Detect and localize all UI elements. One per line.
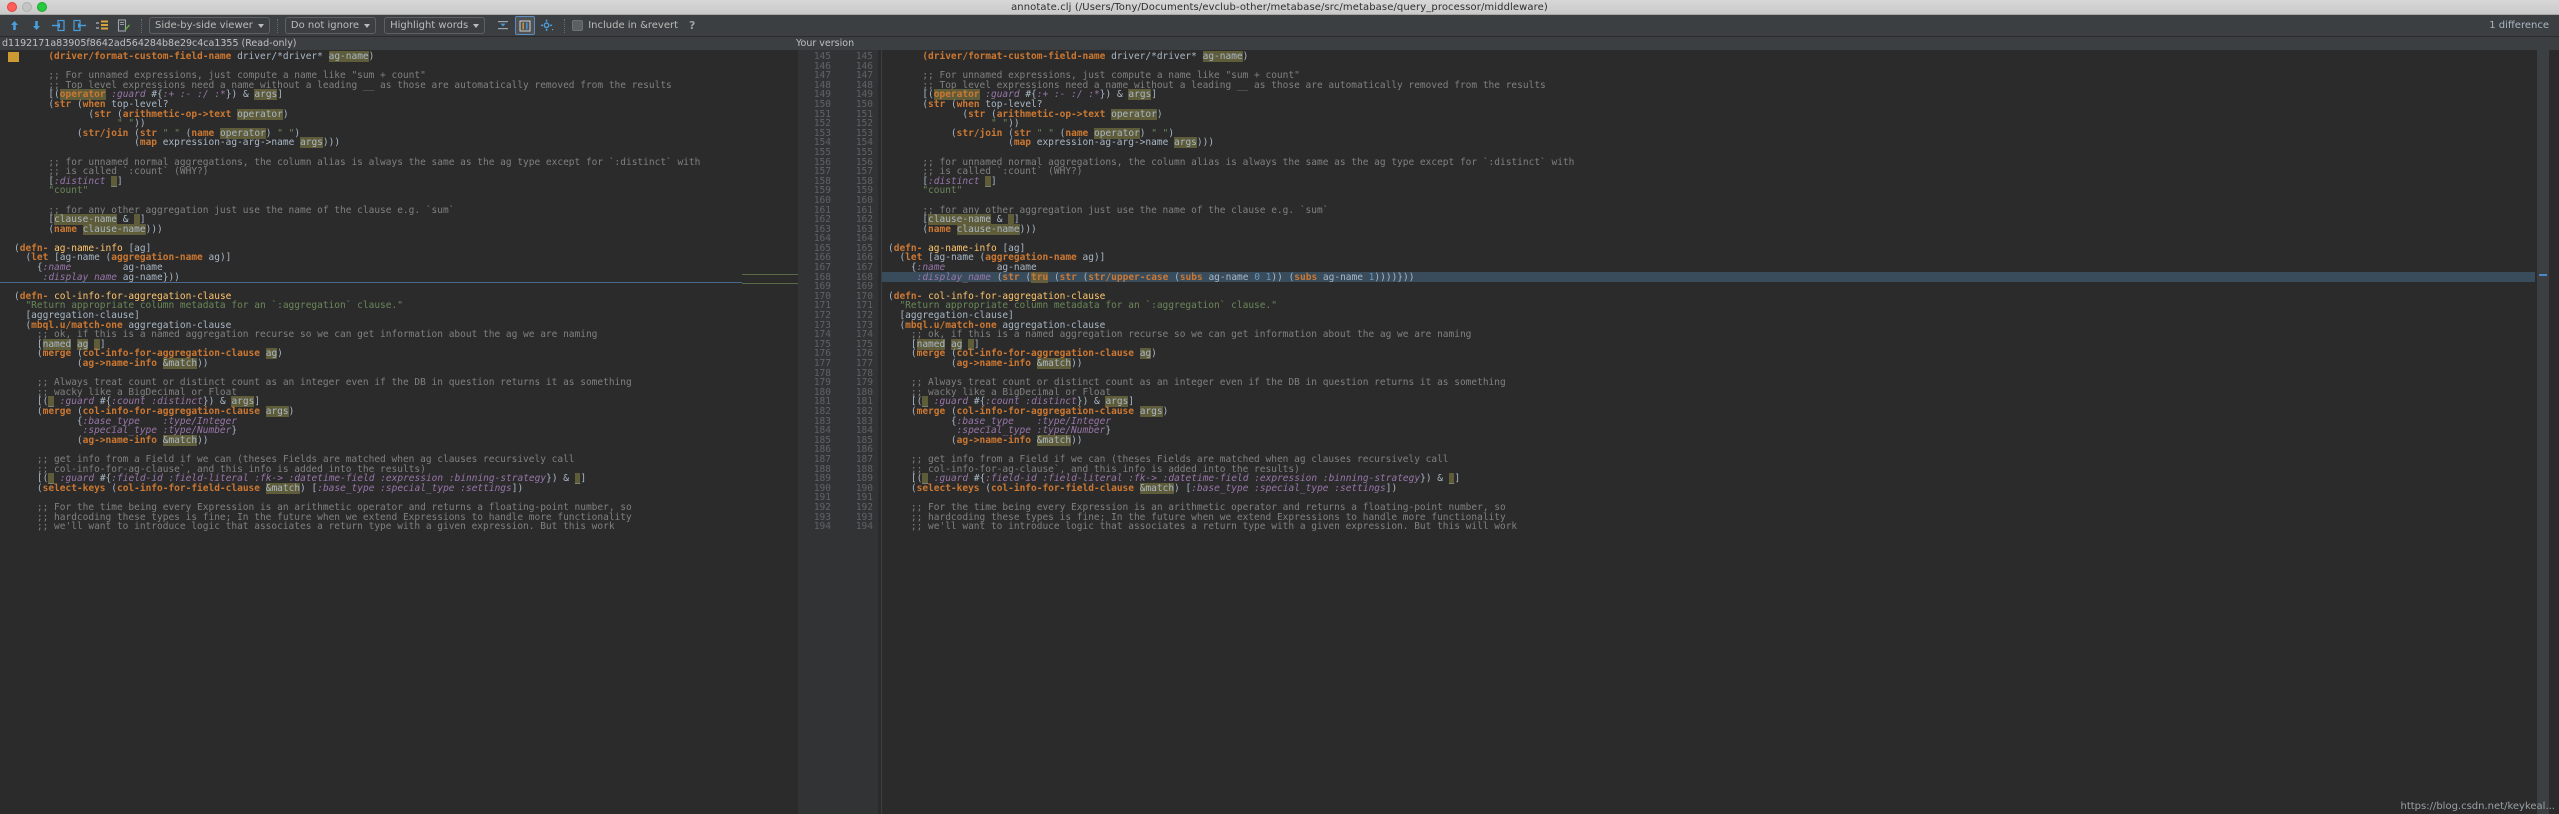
ignore-policy-dropdown[interactable]: Do not ignore (284, 17, 377, 34)
code-line: ;; ok, if this is a named aggregation re… (910, 329, 1472, 341)
scrollbar-diff-marker[interactable] (2539, 274, 2547, 276)
code-line: (select-keys (col-info-for-field-clause … (888, 482, 1398, 494)
code-line: (map expression-ag-arg->name args))) (888, 137, 1215, 149)
right-pane-old-line-numbers: 145 146 147 148 149 150 151 152 153 154 155 156 157 1… (798, 50, 836, 814)
left-code-content[interactable]: (driver/format-custom-field-name driver/… (14, 51, 700, 814)
right-editor-pane[interactable]: 145 146 147 148 149 150 151 152 153 154 155 156 157 1… (798, 50, 2549, 814)
right-pane-new-line-numbers: 145 146 147 148 149 150 151 152 153 154 155 156 157 1… (836, 50, 878, 814)
checkbox-box[interactable] (572, 20, 584, 31)
selection-band (0, 282, 742, 283)
code-line: ;; we'll want to introduce logic that as… (910, 521, 1518, 533)
code-line: (select-keys (col-info-for-field-clause … (14, 482, 524, 494)
code-line: (name clause-name))) (14, 223, 163, 235)
diff-marker-scrollbar[interactable] (2537, 50, 2549, 814)
show-diff-markers-icon[interactable] (515, 16, 536, 35)
pane-headers: d1192171a83905f8642ad564284b8e29c4ca1355… (0, 37, 2559, 50)
viewer-mode-label: Side-by-side viewer (155, 20, 253, 31)
toolbar-separator-2 (276, 18, 278, 33)
right-code-content[interactable]: (driver/format-custom-field-name driver/… (888, 51, 1574, 814)
gutter-divider (881, 50, 882, 814)
highlight-policy-label: Highlight words (390, 20, 469, 31)
collapse-unchanged-icon[interactable] (92, 16, 112, 35)
line-number: 194 (813, 521, 831, 533)
code-line: (driver/format-custom-field-name driver/… (48, 51, 375, 62)
diff-connector-gutter (742, 50, 798, 814)
include-in-revert-label: Include in &revert (588, 20, 679, 31)
edit-source-icon[interactable] (114, 16, 134, 35)
left-pane-header: d1192171a83905f8642ad564284b8e29c4ca1355… (2, 38, 297, 49)
diff-connector (742, 274, 798, 275)
left-editor-pane[interactable]: (driver/format-custom-field-name driver/… (0, 50, 742, 814)
code-line: ;; ok, if this is a named aggregation re… (36, 329, 598, 341)
settings-gear-icon[interactable] (537, 16, 557, 35)
next-difference-icon[interactable] (26, 16, 46, 35)
chevron-down-icon (364, 23, 371, 28)
code-line: ;; we'll want to introduce logic that as… (36, 521, 615, 533)
toolbar-separator-3 (564, 18, 566, 33)
window-title-bar: annotate.clj (/Users/Tony/Documents/evcl… (0, 0, 2559, 15)
difference-count-label: 1 difference (2489, 20, 2549, 31)
code-line: "count" (922, 185, 963, 197)
diff-editor: (driver/format-custom-field-name driver/… (0, 50, 2559, 814)
right-pane-header: Your version (796, 38, 855, 49)
code-line: (map expression-ag-arg->name args))) (14, 137, 341, 149)
code-line: [:distinct _] (14, 175, 123, 187)
code-line: (ag->name-info &match)) (888, 434, 1083, 446)
code-line: :display_name ag-name})) (42, 271, 180, 283)
diff-toolbar: Side-by-side viewer Do not ignore Highli… (0, 15, 2559, 37)
diff-connector (742, 283, 798, 284)
code-line: (driver/format-custom-field-name driver/… (922, 51, 1249, 62)
code-line: :display_name (str (tru (str (str/upper-… (916, 271, 1415, 283)
code-line: (ag->name-info &match)) (14, 434, 209, 446)
chevron-down-icon (257, 23, 264, 28)
help-icon[interactable]: ? (689, 19, 695, 32)
accept-right-icon[interactable] (70, 16, 90, 35)
previous-difference-icon[interactable] (4, 16, 24, 35)
code-line: [:distinct _] (888, 175, 997, 187)
chevron-down-icon (473, 23, 480, 28)
code-line: (name clause-name))) (888, 223, 1037, 235)
viewer-mode-dropdown[interactable]: Side-by-side viewer (149, 17, 270, 34)
watermark-url: https://blog.csdn.net/keykeal... (2400, 801, 2555, 812)
code-line: (ag->name-info &match)) (14, 358, 209, 369)
window-title: annotate.clj (/Users/Tony/Documents/evcl… (1011, 2, 1548, 13)
include-in-revert-checkbox[interactable]: Include in &revert (572, 20, 678, 31)
toolbar-separator-1 (141, 18, 142, 33)
ignore-policy-label: Do not ignore (290, 20, 360, 31)
line-number: 194 (855, 521, 873, 533)
accept-left-icon[interactable] (48, 16, 68, 35)
collapse-lines-icon[interactable] (493, 16, 513, 35)
code-line: (ag->name-info &match)) (888, 358, 1083, 369)
code-line: "count" (48, 185, 89, 197)
highlight-policy-dropdown[interactable]: Highlight words (384, 17, 486, 34)
